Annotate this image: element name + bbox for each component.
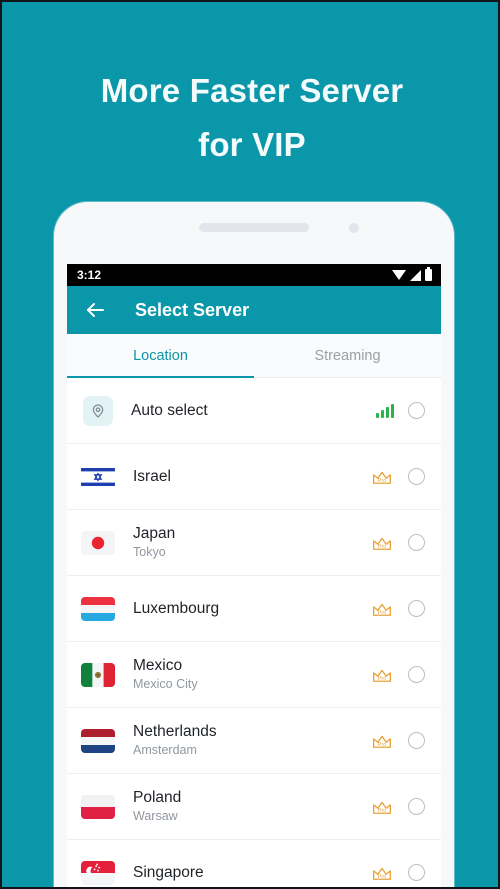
svg-text:Pro: Pro — [378, 478, 386, 484]
svg-text:Pro: Pro — [378, 544, 386, 550]
svg-text:Pro: Pro — [378, 808, 386, 814]
pro-crown-icon: Pro — [372, 537, 391, 550]
server-radio-button[interactable] — [408, 798, 425, 815]
tab-location[interactable]: Location — [67, 334, 254, 378]
promo-line-2: for VIP — [198, 126, 306, 163]
phone-mockup: 3:12 Select Server Location Streaming Au… — [54, 202, 454, 887]
server-name: Japan — [133, 525, 176, 542]
list-item-labels: Netherlands Amsterdam — [133, 722, 370, 759]
server-name: Singapore — [133, 864, 204, 881]
svg-text:Pro: Pro — [378, 742, 386, 748]
list-item[interactable]: Auto select — [67, 378, 441, 444]
list-item-actions: Pro — [370, 533, 425, 553]
svg-text:Pro: Pro — [378, 676, 386, 682]
list-item-actions: Pro — [370, 863, 425, 883]
server-name: Mexico — [133, 657, 183, 674]
page-title: Select Server — [135, 299, 250, 320]
tab-location-label: Location — [133, 347, 188, 364]
server-name: Poland — [133, 789, 182, 806]
server-radio-button[interactable] — [408, 534, 425, 551]
list-item-actions: Pro — [370, 599, 425, 619]
server-radio-button[interactable] — [408, 468, 425, 485]
list-item-actions: Pro — [370, 797, 425, 817]
app-bar: Select Server — [67, 286, 441, 334]
list-item-labels: Israel — [133, 467, 370, 486]
server-name: Israel — [133, 468, 171, 485]
tab-streaming[interactable]: Streaming — [254, 334, 441, 377]
promo-line-1: More Faster Server — [100, 72, 404, 109]
list-item-labels: Poland Warsaw — [133, 788, 370, 825]
flag-japan-icon — [81, 530, 115, 555]
server-name: Netherlands — [133, 723, 217, 740]
battery-icon — [425, 267, 432, 281]
list-item[interactable]: Poland Warsaw Pro — [67, 774, 441, 840]
pro-crown-icon: Pro — [372, 867, 391, 880]
promo-headline: More Faster Server for VIP — [2, 64, 498, 172]
status-bar: 3:12 — [67, 264, 441, 286]
server-radio-button[interactable] — [408, 732, 425, 749]
list-item-actions: Pro — [370, 665, 425, 685]
server-city: Warsaw — [133, 809, 178, 823]
tab-bar: Location Streaming — [67, 334, 441, 378]
flag-singapore-icon — [81, 860, 115, 885]
pro-crown-icon: Pro — [372, 603, 391, 616]
wifi-icon — [392, 270, 406, 280]
tab-streaming-label: Streaming — [314, 347, 381, 364]
pro-crown-icon: Pro — [372, 801, 391, 814]
list-item[interactable]: Luxembourg Pro — [67, 576, 441, 642]
list-item[interactable]: Singapore Pro — [67, 840, 441, 887]
list-item-labels: Luxembourg — [133, 599, 370, 618]
status-time: 3:12 — [77, 268, 102, 282]
list-item-labels: Japan Tokyo — [133, 524, 370, 561]
server-city: Mexico City — [133, 677, 198, 691]
flag-luxembourg-icon — [81, 596, 115, 621]
list-item-labels: Singapore — [133, 863, 370, 882]
list-item-actions: Pro — [370, 731, 425, 751]
signal-bars-icon — [376, 403, 394, 418]
location-pin-icon — [83, 395, 113, 426]
list-item[interactable]: Netherlands Amsterdam Pro — [67, 708, 441, 774]
svg-text:Pro: Pro — [378, 874, 386, 880]
server-name: Auto select — [131, 402, 208, 419]
list-item-labels: Auto select — [131, 401, 376, 420]
pro-crown-icon: Pro — [372, 735, 391, 748]
earpiece-speaker — [199, 223, 309, 232]
server-radio-button[interactable] — [408, 864, 425, 881]
flag-poland-icon — [81, 794, 115, 819]
flag-mexico-icon — [81, 662, 115, 687]
signal-icon — [410, 269, 421, 281]
server-radio-button[interactable] — [408, 666, 425, 683]
status-icons — [392, 267, 432, 281]
flag-israel-icon — [81, 464, 115, 489]
list-item-labels: Mexico Mexico City — [133, 656, 370, 693]
list-item[interactable]: Mexico Mexico City Pro — [67, 642, 441, 708]
back-arrow-icon[interactable] — [83, 298, 107, 322]
flag-netherlands-icon — [81, 728, 115, 753]
server-list: Auto select Israel Pro Japan Tokyo Pro L… — [67, 378, 441, 887]
front-camera-icon — [349, 223, 359, 233]
server-city: Tokyo — [133, 545, 166, 559]
list-item-actions: Pro — [370, 467, 425, 487]
server-radio-button[interactable] — [408, 600, 425, 617]
pro-crown-icon: Pro — [372, 471, 391, 484]
list-item-actions — [376, 402, 425, 419]
phone-screen: 3:12 Select Server Location Streaming Au… — [67, 264, 441, 887]
server-city: Amsterdam — [133, 743, 197, 757]
server-name: Luxembourg — [133, 600, 220, 617]
svg-text:Pro: Pro — [378, 610, 386, 616]
pro-crown-icon: Pro — [372, 669, 391, 682]
server-radio-button[interactable] — [408, 402, 425, 419]
list-item[interactable]: Israel Pro — [67, 444, 441, 510]
list-item[interactable]: Japan Tokyo Pro — [67, 510, 441, 576]
screenshot-root: More Faster Server for VIP 3:12 Select S… — [0, 0, 500, 889]
